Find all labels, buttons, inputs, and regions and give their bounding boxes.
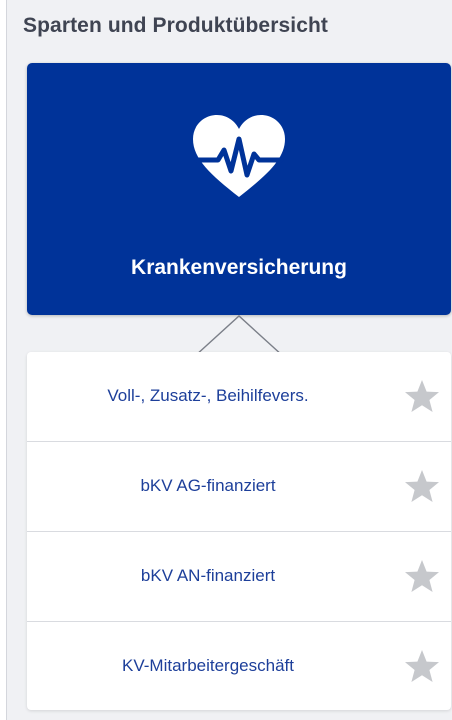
product-item-bkv-an-finanziert[interactable]: bKV AN-finanziert [27, 532, 451, 622]
heart-pulse-icon [193, 115, 285, 197]
star-icon[interactable] [404, 559, 440, 593]
category-label: Krankenversicherung [131, 256, 347, 279]
product-label[interactable]: bKV AN-finanziert [27, 566, 389, 586]
product-overview-panel: Sparten und Produktübersicht Krankenvers… [6, 0, 452, 720]
product-list: Voll-, Zusatz-, Beihilfevers. bKV AG-fin… [27, 352, 451, 710]
star-icon[interactable] [404, 649, 440, 683]
product-label[interactable]: Voll-, Zusatz-, Beihilfevers. [27, 386, 389, 406]
product-label[interactable]: bKV AG-finanziert [27, 476, 389, 496]
product-item-bkv-ag-finanziert[interactable]: bKV AG-finanziert [27, 442, 451, 532]
product-item-voll-zusatz-beihilfe[interactable]: Voll-, Zusatz-, Beihilfevers. [27, 352, 451, 442]
star-icon[interactable] [404, 469, 440, 503]
star-icon[interactable] [404, 379, 440, 413]
product-item-kv-mitarbeitergeschaeft[interactable]: KV-Mitarbeitergeschäft [27, 622, 451, 710]
category-tile-krankenversicherung[interactable]: Krankenversicherung [27, 63, 451, 315]
product-label[interactable]: KV-Mitarbeitergeschäft [27, 656, 389, 676]
page-title: Sparten und Produktübersicht [23, 14, 328, 37]
